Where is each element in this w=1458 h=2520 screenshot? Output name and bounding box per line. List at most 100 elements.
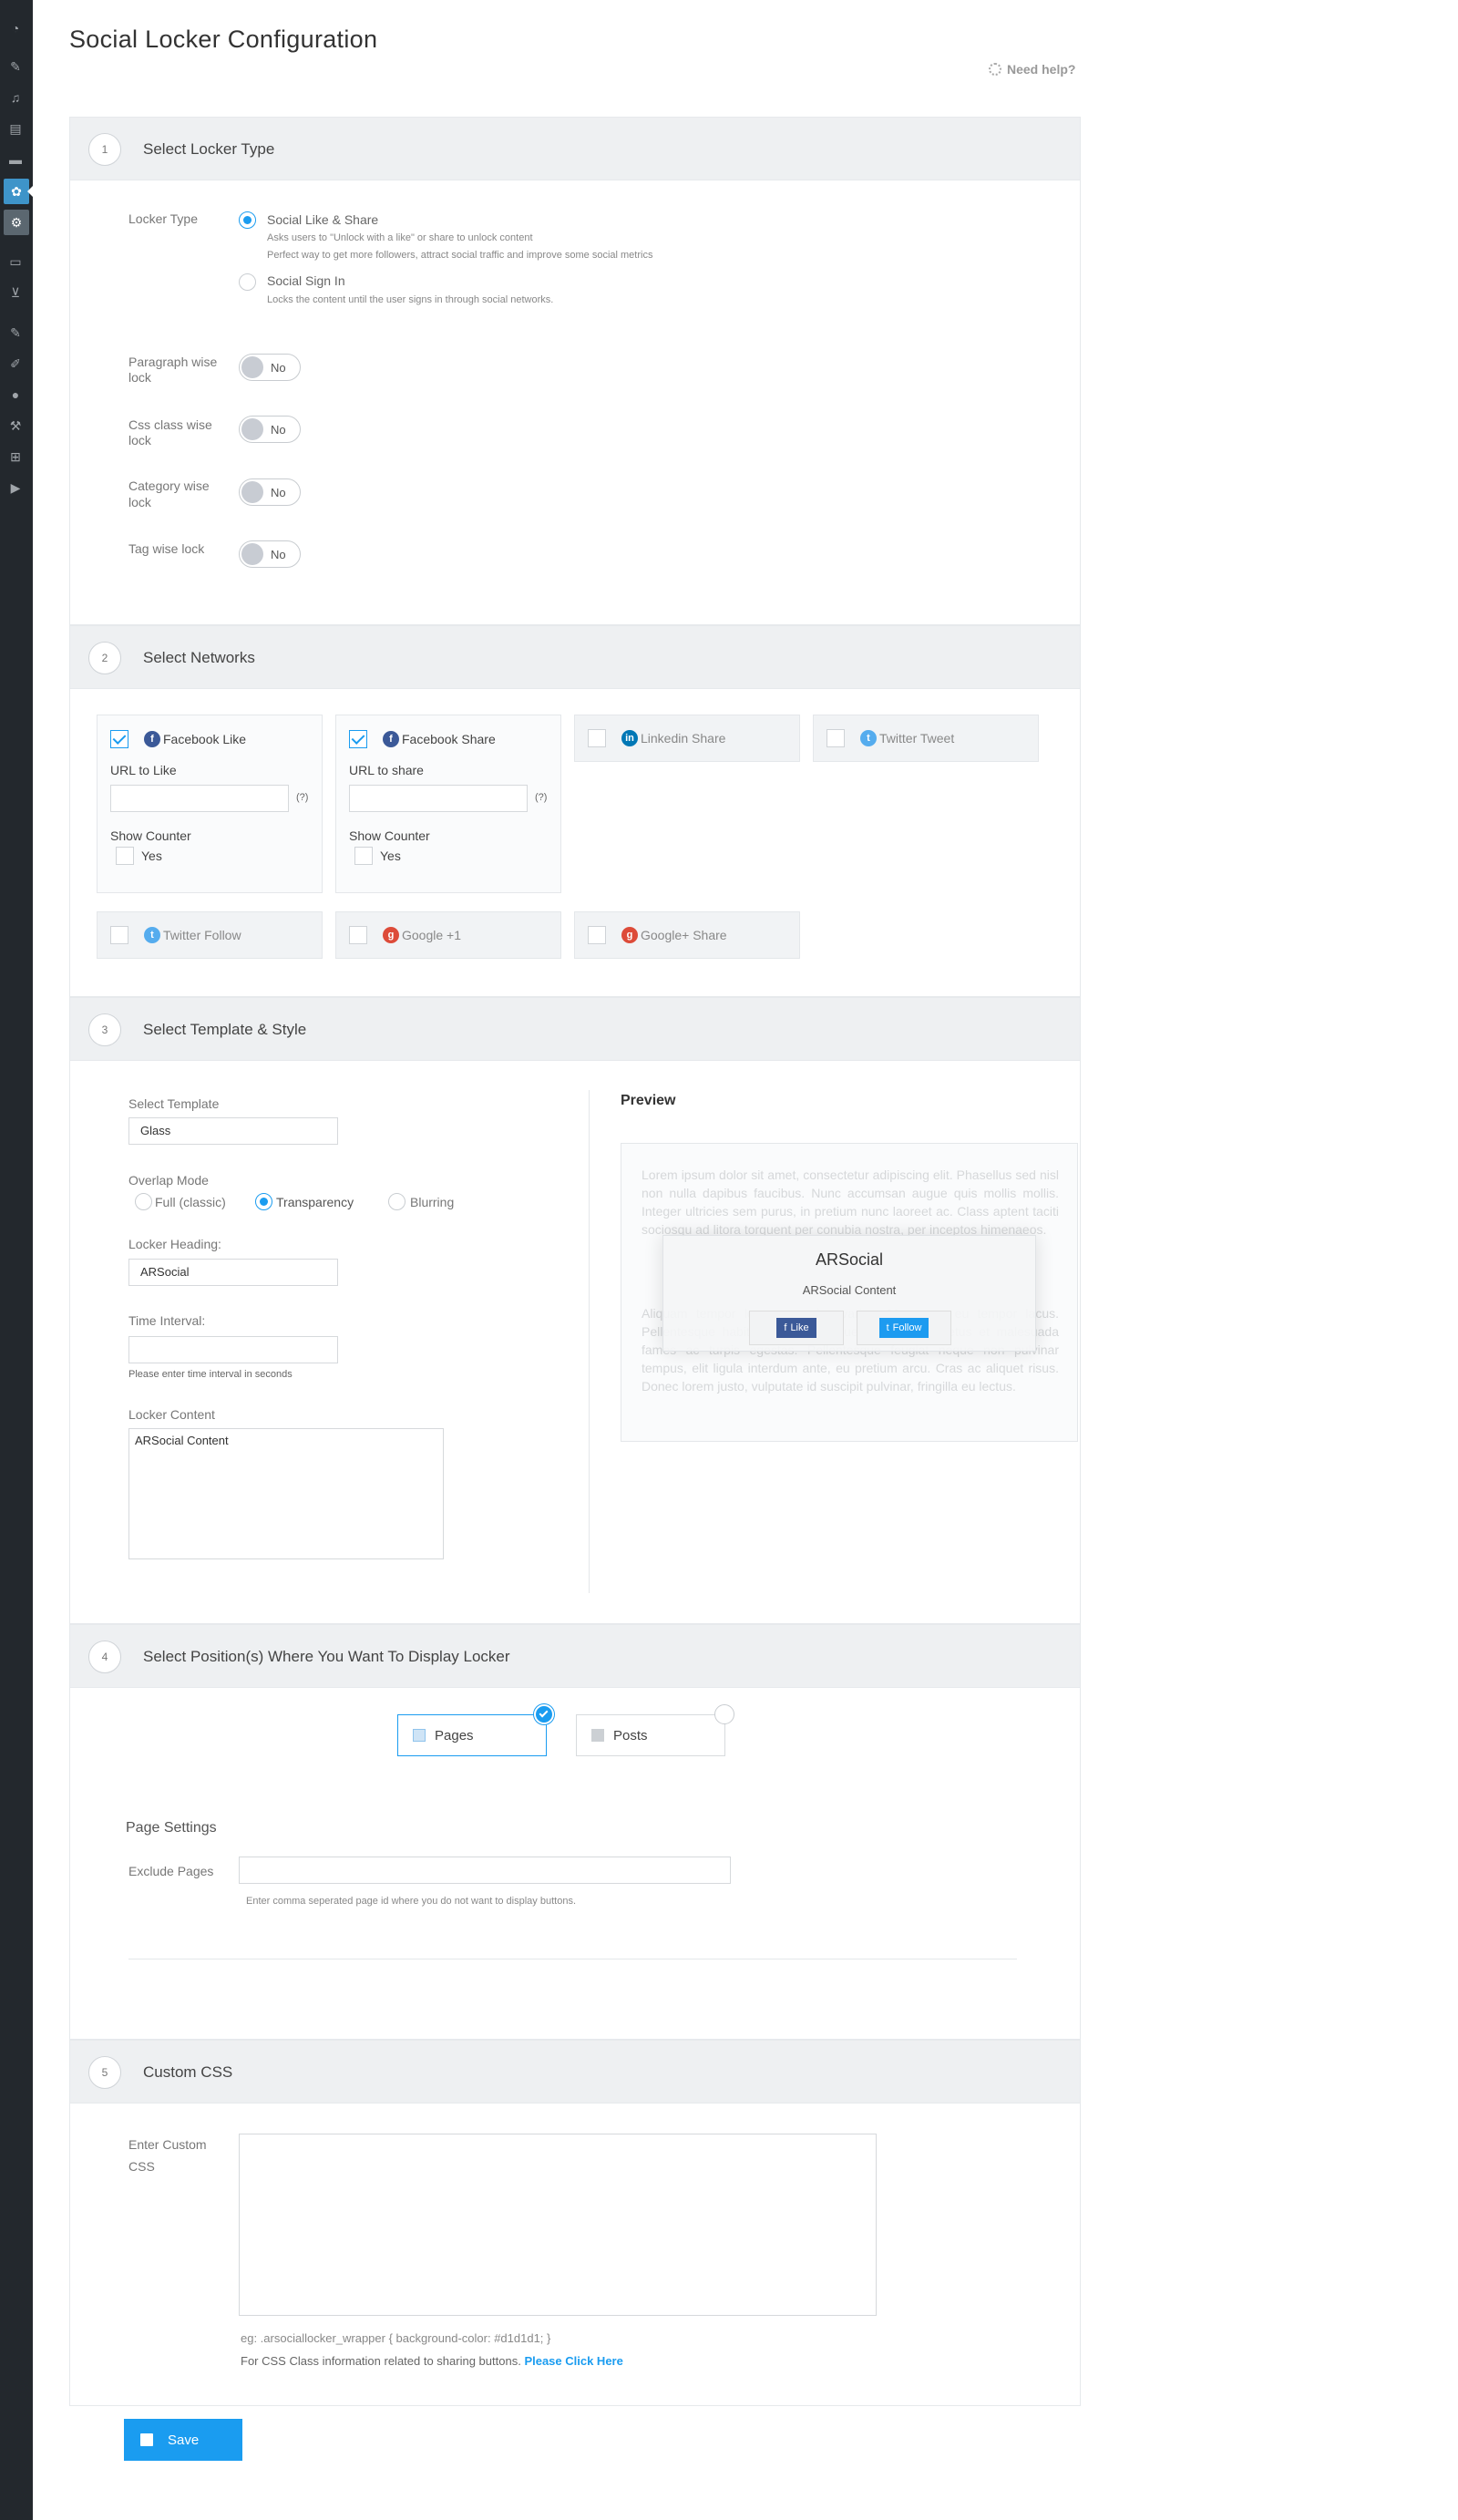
section-number: 4: [88, 1641, 121, 1673]
need-help-link[interactable]: Need help?: [989, 62, 1075, 77]
twitter-follow-label: Twitter Follow: [163, 928, 241, 942]
google-plus-one-label: Google +1: [402, 928, 461, 942]
url-to-share-help[interactable]: (?): [535, 792, 547, 803]
toggle-knob: [241, 418, 263, 440]
template-select[interactable]: Glass: [128, 1117, 338, 1145]
section-title: Custom CSS: [143, 2063, 233, 2081]
like-button-label: Like: [790, 1322, 809, 1333]
radio-overlap-blurring[interactable]: [388, 1193, 406, 1210]
settings-icon[interactable]: ⊞: [7, 448, 24, 465]
save-icon: [140, 2433, 153, 2446]
overlap-mode-label: Overlap Mode: [128, 1173, 209, 1188]
like-button-inner: f Like: [776, 1318, 816, 1338]
social-locker-icon[interactable]: ✿: [4, 179, 29, 204]
locker-content-label: Locker Content: [128, 1407, 215, 1422]
media-icon[interactable]: ♫: [7, 89, 24, 106]
network-facebook-share: f Facebook Share URL to share (?) Show C…: [335, 715, 561, 893]
forms-icon[interactable]: ▭: [7, 253, 24, 270]
linkedin-icon: in: [621, 730, 638, 746]
users-icon[interactable]: ●: [7, 386, 24, 403]
show-counter-checkbox[interactable]: [116, 847, 134, 865]
tools-icon[interactable]: ⚒: [7, 417, 24, 434]
google-plus-one-checkbox[interactable]: [349, 926, 367, 944]
paragraph-lock-label-1: Paragraph wise: [128, 355, 218, 369]
url-to-like-help[interactable]: (?): [296, 792, 308, 803]
save-button[interactable]: Save: [124, 2419, 242, 2461]
twitter-icon: t: [144, 927, 160, 943]
section-header-locker-type: 1 Select Locker Type: [69, 117, 1081, 180]
facebook-like-label: Facebook Like: [163, 732, 247, 746]
social-like-share-desc-1: Asks users to "Unlock with a like" or sh…: [267, 232, 533, 243]
twitter-follow-checkbox[interactable]: [110, 926, 128, 944]
radio-overlap-full[interactable]: [135, 1193, 152, 1210]
section-title: Select Position(s) Where You Want To Dis…: [143, 1648, 510, 1665]
section-card-locker-type: [69, 117, 1081, 625]
google-plus-share-checkbox[interactable]: [588, 926, 606, 944]
pages-icon: [413, 1729, 426, 1742]
appearance-icon[interactable]: ✐: [7, 355, 24, 372]
dashboard-icon[interactable]: ◔: [7, 20, 24, 36]
cart-icon[interactable]: ⊻: [7, 284, 24, 301]
follow-button-label: Follow: [892, 1322, 922, 1333]
category-lock-label-1: Category wise: [128, 478, 210, 493]
time-interval-hint: Please enter time interval in seconds: [128, 1369, 293, 1380]
category-lock-toggle[interactable]: No: [239, 478, 301, 506]
show-counter-checkbox[interactable]: [354, 847, 373, 865]
admin-sidebar: ◔ ✎ ♫ ▤ ▬ ✿ ⚙ ▭ ⊻ ✎ ✐ ● ⚒ ⊞ ▶: [0, 0, 33, 2520]
url-to-share-input[interactable]: [349, 785, 528, 812]
plugins-icon[interactable]: ✎: [7, 324, 24, 341]
custom-css-info-link[interactable]: Please Click Here: [524, 2354, 622, 2368]
custom-css-textarea[interactable]: [239, 2134, 877, 2316]
preview-like-button[interactable]: f Like: [749, 1311, 844, 1345]
save-button-label: Save: [168, 2432, 200, 2448]
radio-label-social-sign-in: Social Sign In: [267, 273, 345, 288]
position-posts-option[interactable]: Posts: [576, 1714, 725, 1756]
twitter-tweet-label: Twitter Tweet: [879, 731, 955, 746]
toggle-knob: [241, 356, 263, 378]
comments-icon[interactable]: ▬: [7, 151, 24, 168]
play-icon[interactable]: ▶: [7, 479, 24, 496]
facebook-like-checkbox[interactable]: [110, 730, 128, 748]
tag-lock-toggle[interactable]: No: [239, 540, 301, 568]
section-number: 1: [88, 133, 121, 166]
locker-settings-icon[interactable]: ⚙: [4, 210, 29, 235]
google-plus-icon: g: [383, 927, 399, 943]
preview-follow-button[interactable]: t Follow: [857, 1311, 951, 1345]
paragraph-lock-toggle[interactable]: No: [239, 354, 301, 381]
pages-icon[interactable]: ▤: [7, 120, 24, 137]
network-google-plus-one: g Google +1: [335, 911, 561, 959]
twitter-tweet-checkbox[interactable]: [827, 729, 845, 747]
time-interval-input[interactable]: [128, 1336, 338, 1363]
url-to-like-input[interactable]: [110, 785, 289, 812]
exclude-pages-label: Exclude Pages: [128, 1864, 214, 1878]
facebook-share-label: Facebook Share: [402, 732, 496, 746]
section-title: Select Template & Style: [143, 1021, 307, 1038]
preview-locker: ARSocial ARSocial Content f Like t Follow: [662, 1235, 1036, 1352]
custom-css-example: eg: .arsociallocker_wrapper { background…: [241, 2331, 551, 2345]
show-counter-label: Show Counter: [349, 828, 430, 843]
exclude-pages-input[interactable]: [239, 1857, 731, 1884]
radio-social-like-share[interactable]: [239, 211, 256, 229]
radio-social-sign-in[interactable]: [239, 273, 256, 291]
follow-button-inner: t Follow: [878, 1318, 929, 1338]
preview-title: Preview: [621, 1093, 676, 1108]
facebook-share-checkbox[interactable]: [349, 730, 367, 748]
facebook-icon: f: [784, 1322, 787, 1333]
paragraph-lock-label-2: lock: [128, 370, 151, 385]
network-google-plus-share: g Google+ Share: [574, 911, 800, 959]
section-header-positions: 4 Select Position(s) Where You Want To D…: [69, 1624, 1081, 1688]
radio-overlap-transparency[interactable]: [255, 1193, 272, 1210]
google-plus-share-label: Google+ Share: [641, 928, 727, 942]
locker-content-textarea[interactable]: ARSocial Content: [128, 1428, 444, 1559]
position-pages-option[interactable]: Pages: [397, 1714, 547, 1756]
google-plus-icon: g: [621, 927, 638, 943]
help-icon: [989, 63, 1001, 76]
pin-icon[interactable]: ✎: [7, 58, 24, 75]
preview-box: Lorem ipsum dolor sit amet, consectetur …: [621, 1143, 1078, 1442]
need-help-label: Need help?: [1007, 62, 1076, 77]
locker-heading-input[interactable]: ARSocial: [128, 1259, 338, 1286]
twitter-icon: t: [860, 730, 877, 746]
css-lock-label-1: Css class wise: [128, 417, 212, 432]
css-lock-toggle[interactable]: No: [239, 416, 301, 443]
linkedin-share-checkbox[interactable]: [588, 729, 606, 747]
